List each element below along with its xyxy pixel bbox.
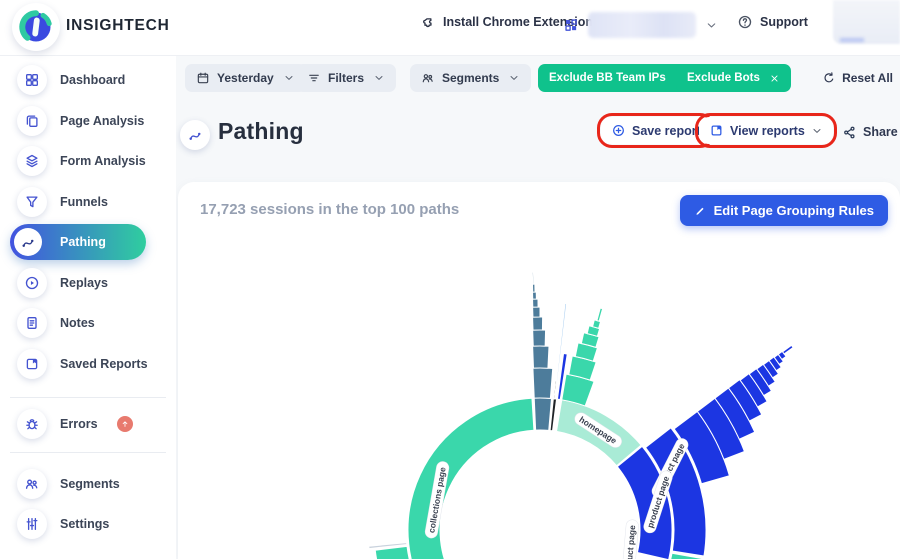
close-icon[interactable] <box>769 73 780 84</box>
pages-icon <box>17 106 47 136</box>
sidebar-item-label: Page Analysis <box>60 114 145 128</box>
sidebar-item-dashboard[interactable]: Dashboard <box>0 60 176 100</box>
account-selector[interactable] <box>563 12 718 38</box>
sidebar-divider <box>10 397 166 398</box>
puzzle-icon <box>420 14 436 30</box>
sidebar-item-notes[interactable]: Notes <box>0 303 176 343</box>
annotation-highlight-view: View reports <box>695 113 837 148</box>
chip-label: Exclude BB Team IPs <box>549 72 666 84</box>
sidebar-item-settings[interactable]: Settings <box>0 504 176 544</box>
sidebar-item-label: Saved Reports <box>60 357 148 371</box>
bug-icon <box>17 409 47 439</box>
pathing-title-icon-circle <box>180 120 210 150</box>
sidebar-item-label: Dashboard <box>60 73 126 87</box>
sidebar-item-label: Errors <box>60 417 98 431</box>
share-label: Share <box>863 125 898 139</box>
toolbar-dropdown-yesterday[interactable]: Yesterday <box>185 64 306 92</box>
chart-arc-label: product page <box>642 469 674 535</box>
sidebar-item-page-analysis[interactable]: Page Analysis <box>0 101 176 141</box>
replay-icon <box>17 268 47 298</box>
filter-chip-exclude-bb-team-ips[interactable]: Exclude BB Team IPs <box>538 64 697 92</box>
main-area: Yesterday Filters Segments Exclude BB Team … <box>176 56 900 559</box>
calendar-icon <box>196 71 210 85</box>
sidebar-item-errors[interactable]: Errors <box>0 404 176 444</box>
avatar-decoration <box>840 38 864 42</box>
sidebar-item-label: Replays <box>60 276 108 290</box>
pathing-report-card: 17,723 sessions in the top 100 paths Edi… <box>178 182 900 559</box>
sliders-icon <box>17 509 47 539</box>
sidebar: Dashboard Page Analysis Form Analysis Funne… <box>0 56 176 559</box>
dropdown-label: Segments <box>442 71 500 85</box>
reset-icon <box>822 71 836 85</box>
plus-circle-icon <box>611 123 626 138</box>
sidebar-item-label: Notes <box>60 316 95 330</box>
chart-arc-label: collections page <box>424 461 450 539</box>
insightech-logo-icon <box>19 10 52 42</box>
sessions-summary: 17,723 sessions in the top 100 paths <box>200 201 460 218</box>
sidebar-item-funnels[interactable]: Funnels <box>0 182 176 222</box>
bookmark-icon <box>709 123 724 138</box>
brand-name: INSIGHTECH <box>66 17 170 34</box>
pencil-icon <box>694 204 707 217</box>
save-report-label: Save report <box>632 123 701 138</box>
sidebar-item-form-analysis[interactable]: Form Analysis <box>0 141 176 181</box>
layers-icon <box>17 146 47 176</box>
chevron-down-icon <box>508 72 520 84</box>
sidebar-item-label: Form Analysis <box>60 154 146 168</box>
share-button[interactable]: Share <box>842 120 898 144</box>
sidebar-item-label: Funnels <box>60 195 108 209</box>
funnel-icon <box>17 187 47 217</box>
app-header: INSIGHTECH Install Chrome Extension Supp… <box>0 0 900 56</box>
sidebar-item-replays[interactable]: Replays <box>0 263 176 303</box>
view-reports-label: View reports <box>730 123 805 138</box>
sidebar-item-saved-reports[interactable]: Saved Reports <box>0 344 176 384</box>
people-icon <box>421 71 435 85</box>
sidebar-item-label: Pathing <box>60 235 106 249</box>
sidebar-item-label: Settings <box>60 517 110 531</box>
path-icon <box>14 228 42 256</box>
filter-chip-exclude-bots[interactable]: Exclude Bots <box>676 64 791 92</box>
sidebar-item-segments[interactable]: Segments <box>0 464 176 504</box>
sidebar-divider <box>10 452 166 453</box>
pathing-sunburst-chart[interactable]: homepage product page product page collecti… <box>178 238 900 559</box>
support-label: Support <box>760 15 808 29</box>
sidebar-item-label: Segments <box>60 477 120 491</box>
view-reports-button[interactable]: View reports <box>699 117 833 144</box>
chip-label: Exclude Bots <box>687 72 760 84</box>
chart-arc-label: product page <box>621 519 639 559</box>
chevron-down-icon <box>373 72 385 84</box>
chart-arc-label: homepage <box>572 410 624 450</box>
chevron-down-icon <box>283 72 295 84</box>
reset-all-button[interactable]: Reset All <box>822 64 893 92</box>
support-button[interactable]: Support <box>737 14 808 30</box>
share-icon <box>842 125 857 140</box>
people-icon <box>17 469 47 499</box>
bookmark-icon <box>17 349 47 379</box>
edit-page-grouping-rules-button[interactable]: Edit Page Grouping Rules <box>679 195 888 226</box>
filter-icon <box>307 71 321 85</box>
app-logo[interactable] <box>12 3 60 51</box>
dropdown-label: Filters <box>328 71 365 85</box>
question-icon <box>737 14 753 30</box>
account-name-redacted <box>588 12 696 38</box>
reset-all-label: Reset All <box>842 71 893 85</box>
edit-rules-label: Edit Page Grouping Rules <box>713 203 874 218</box>
dashboard-icon <box>17 65 47 95</box>
chevron-down-icon <box>811 125 823 137</box>
chevron-down-icon <box>705 19 718 32</box>
page-title: Pathing <box>218 118 304 144</box>
toolbar-dropdown-filters[interactable]: Filters <box>296 64 397 92</box>
sidebar-item-pathing[interactable]: Pathing <box>0 222 176 262</box>
dropdown-label: Yesterday <box>217 71 274 85</box>
chart-arc-label: product page <box>650 436 690 500</box>
grid-icon <box>563 17 579 33</box>
errors-trend-badge <box>117 416 133 432</box>
toolbar-dropdown-segments[interactable]: Segments <box>410 64 532 92</box>
path-icon <box>187 127 203 143</box>
note-icon <box>17 308 47 338</box>
